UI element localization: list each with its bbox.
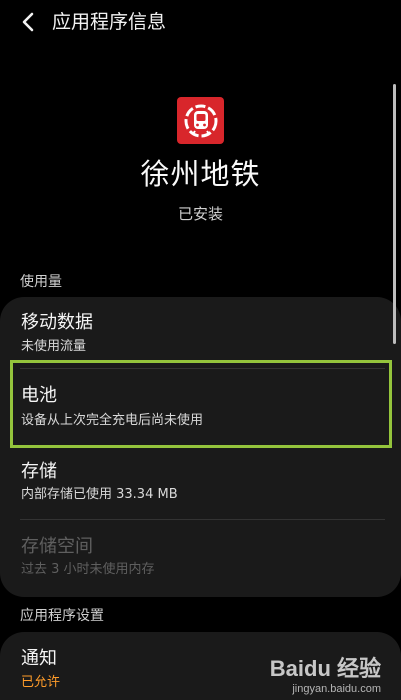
mobile-data-row[interactable]: 移动数据 未使用流量 [0,297,401,365]
memory-row[interactable]: 存储空间 过去 3 小时未使用内存 [0,522,401,592]
notifications-title: 通知 [21,648,57,669]
storage-row[interactable]: 存储 内部存储已使用 33.34 MB [0,448,401,518]
header: 应用程序信息 [0,0,401,44]
scrollbar[interactable] [393,84,396,344]
app-info-screen: 应用程序信息 徐州地铁 已安装 使用量 移动数据 未使用流量 电池 设备从上次完… [0,0,401,700]
app-settings-section-label: 应用程序设置 [20,608,104,624]
memory-subtitle: 过去 3 小时未使用内存 [21,562,155,577]
highlight-box [10,360,392,448]
mobile-data-title: 移动数据 [21,312,93,333]
watermark-brand: Baidu 经验 [269,656,381,681]
notifications-status: 已允许 [21,675,61,690]
page-title: 应用程序信息 [52,11,167,33]
storage-title: 存储 [21,461,57,482]
memory-title: 存储空间 [21,536,93,557]
install-status: 已安装 [177,205,223,223]
mobile-data-subtitle: 未使用流量 [21,339,87,354]
app-name: 徐州地铁 [140,157,261,191]
usage-section-label: 使用量 [20,274,62,290]
watermark-url: jingyan.baidu.com [292,683,381,695]
back-button[interactable] [14,8,42,36]
chevron-left-icon [22,12,34,32]
baidu-jingyan-watermark: Baidu 经验 jingyan.baidu.com [270,656,381,696]
divider [20,519,385,520]
metro-train-icon [177,97,224,144]
storage-subtitle: 内部存储已使用 33.34 MB [21,487,178,502]
